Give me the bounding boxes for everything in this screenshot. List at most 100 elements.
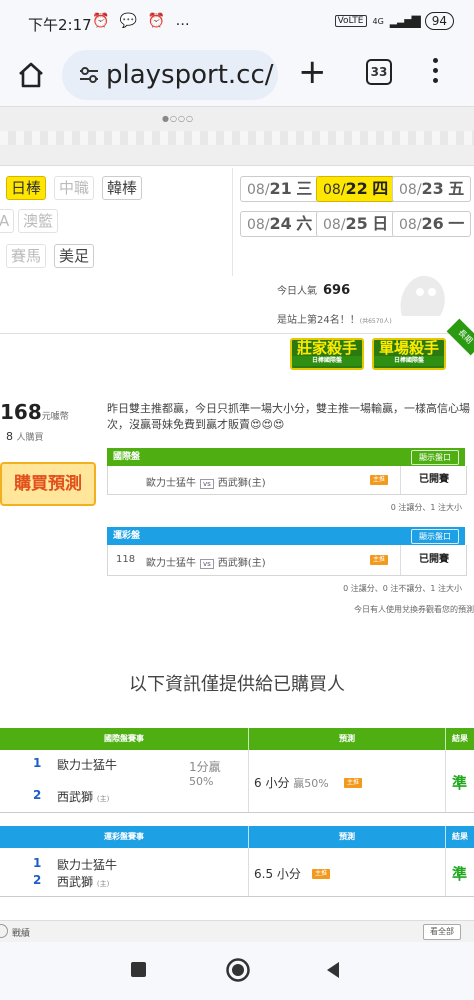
date-weekday: 三 xyxy=(296,179,313,198)
result-hit: 準 xyxy=(452,774,468,792)
team-number: 2 xyxy=(33,788,42,802)
sport-tab-a[interactable]: A xyxy=(0,209,15,233)
tab-switcher-button[interactable]: 33 xyxy=(366,59,392,85)
date-button-0824[interactable]: 08/24 六 xyxy=(240,211,320,237)
home-team: 西武獅 (主) xyxy=(57,873,109,890)
lottery-box-header: 運彩盤 顯示盤口 xyxy=(107,527,465,545)
show-odds-button[interactable]: 顯示盤口 xyxy=(411,529,459,544)
buyer-count-value: 8 xyxy=(6,430,13,443)
date-day: 22 xyxy=(345,179,368,198)
rank-total: (共6570人) xyxy=(359,318,392,325)
date-button-0822[interactable]: 08/22 四 xyxy=(316,176,396,202)
date-month: 08/ xyxy=(323,182,346,198)
date-weekday: 六 xyxy=(296,214,313,233)
col-separator xyxy=(248,750,249,812)
away-team: 歐力士猛牛 xyxy=(57,758,118,772)
team-number: 1 xyxy=(33,856,42,870)
sport-tab-horse-racing[interactable]: 賽馬 xyxy=(6,244,47,268)
home-tag: (主) xyxy=(96,795,110,803)
site-settings-icon[interactable] xyxy=(78,65,100,85)
coupon-note: 今日有人使用兌換券觀看您的預測 xyxy=(354,605,474,614)
sport-tab-us-football[interactable]: 美足 xyxy=(54,244,95,268)
ad-dealer-killer[interactable]: 莊家殺手 日棒國際盤 xyxy=(290,338,364,370)
carousel-dots[interactable]: ●○○○ xyxy=(162,114,194,123)
record-bar: 戰績 看全部 xyxy=(0,920,474,943)
system-nav-bar xyxy=(0,942,474,1000)
prediction: 6 小分 贏50% xyxy=(254,774,329,791)
intl-match: 歐力士猛牛 vs 西武獅(主) xyxy=(146,474,266,489)
mascot-watermark xyxy=(400,275,445,316)
sport-tab-jp-baseball[interactable]: 日棒 xyxy=(6,176,47,200)
home-nav-icon[interactable] xyxy=(225,957,251,983)
notification-icons: ⏰ 💬 ⏰ … xyxy=(92,13,193,29)
date-button-0825[interactable]: 08/25 日 xyxy=(316,211,396,237)
match-status: 已開賽 xyxy=(400,466,467,494)
divider xyxy=(232,168,233,276)
date-button-0823[interactable]: 08/23 五 xyxy=(392,176,472,202)
section-divider xyxy=(0,333,474,334)
date-day: 23 xyxy=(421,179,444,198)
date-day: 25 xyxy=(345,214,368,233)
intl-box-title: 國際盤 xyxy=(113,452,141,462)
new-tab-icon[interactable]: + xyxy=(298,52,327,92)
col-separator xyxy=(445,848,446,896)
battery-icon: 94 xyxy=(424,12,454,30)
col-match: 運彩盤賽事 xyxy=(104,832,144,841)
home-tag: (主) xyxy=(96,880,110,888)
sport-tab-cpbl[interactable]: 中職 xyxy=(54,176,95,200)
home-team: 西武獅(主) xyxy=(217,558,266,569)
result-hit: 準 xyxy=(452,865,468,883)
sport-tab-au-basketball[interactable]: 澳籃 xyxy=(18,209,59,233)
main-pick-tag: 主推 xyxy=(370,475,388,485)
col-result: 結果 xyxy=(452,832,468,841)
home-icon[interactable] xyxy=(16,60,46,90)
top-banner: ●○○○ xyxy=(0,106,474,166)
ad-single-killer[interactable]: 單場殺手 日棒國際盤 xyxy=(372,338,446,370)
handicap-line: 1分贏 xyxy=(189,760,221,774)
col-match: 國際盤賽事 xyxy=(104,734,144,743)
date-month: 08/ xyxy=(399,217,422,233)
address-bar[interactable]: playsport.cc/ xyxy=(62,50,278,100)
rank-label: 是站上第24名！！ xyxy=(277,315,360,326)
date-button-0826[interactable]: 08/26 一 xyxy=(392,211,472,237)
menu-icon[interactable] xyxy=(432,58,440,88)
price-unit: 元噱幣 xyxy=(41,412,69,422)
banner-pattern xyxy=(0,131,474,145)
away-team: 歐力士猛牛 xyxy=(146,558,196,569)
price: 168元噱幣 xyxy=(0,400,69,424)
back-icon[interactable] xyxy=(325,961,341,979)
url-text: playsport.cc/ xyxy=(106,60,274,90)
lottery-box-title: 運彩盤 xyxy=(113,531,141,541)
ad-subtitle: 日棒國際盤 xyxy=(292,356,362,366)
volte-icon: VoLTE xyxy=(334,15,367,27)
team-number: 1 xyxy=(33,756,42,770)
sport-tab-kr-baseball[interactable]: 韓棒 xyxy=(102,176,143,200)
main-pick-tag: 主推 xyxy=(312,869,330,879)
buy-prediction-button[interactable]: 購買預測 xyxy=(0,462,96,506)
network-label: 4G xyxy=(372,16,384,26)
home-team-name: 西武獅 xyxy=(57,790,94,804)
intl-match-row: 歐力士猛牛 vs 西武獅(主) 主推 已開賽 xyxy=(107,466,467,495)
status-bar: 下午2:17 ⏰ 💬 ⏰ … VoLTE 4G ▂▃▅▇ 94 xyxy=(0,0,474,44)
vs-icon: vs xyxy=(200,559,214,569)
prediction-extra: 贏50% xyxy=(293,777,329,790)
home-team: 西武獅(主) xyxy=(217,478,266,489)
recent-apps-icon[interactable] xyxy=(131,962,146,977)
date-month: 08/ xyxy=(247,217,270,233)
home-team-name: 西武獅 xyxy=(57,875,94,889)
lottery-match-row: 118 歐力士猛牛 vs 西武獅(主) 主推 已開賽 xyxy=(107,545,467,576)
buyer-count: 8 人購買 xyxy=(6,430,44,443)
date-weekday: 一 xyxy=(448,214,465,233)
view-all-button[interactable]: 看全部 xyxy=(423,924,461,940)
ad-subtitle: 日棒國際盤 xyxy=(374,356,444,366)
date-button-0821[interactable]: 08/21 三 xyxy=(240,176,320,202)
record-icon xyxy=(0,924,8,938)
date-month: 08/ xyxy=(247,182,270,198)
corner-ribbon: 長期 xyxy=(446,318,474,356)
col-separator xyxy=(445,750,446,812)
popularity-value: 696 xyxy=(323,283,351,298)
home-team: 西武獅 (主) xyxy=(57,788,109,805)
show-odds-button[interactable]: 顯示盤口 xyxy=(411,450,459,465)
away-team: 歐力士猛牛 xyxy=(57,858,118,872)
away-team: 歐力士猛牛 xyxy=(146,478,196,489)
